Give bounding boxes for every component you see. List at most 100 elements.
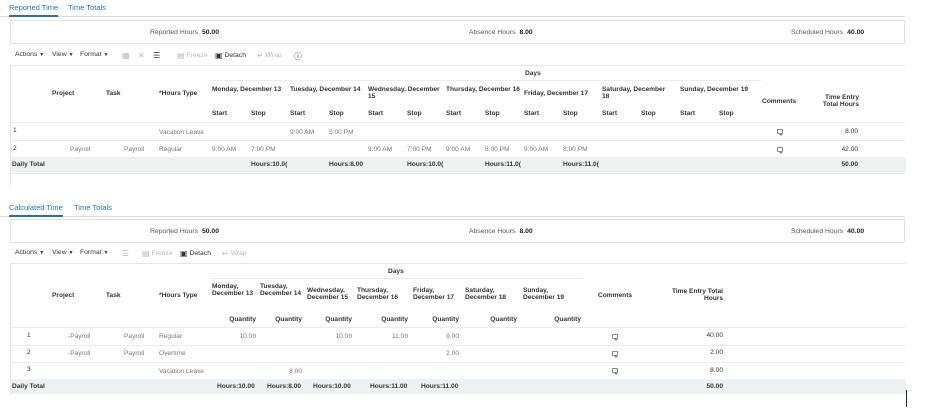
row-number: 2: [13, 145, 17, 152]
col-day-wed: Wednesday, December 15: [307, 287, 349, 301]
col-stop: Stop: [407, 110, 422, 117]
actions-menu[interactable]: Actions ▼: [15, 249, 44, 256]
col-day-thu: Thursday, December 16: [446, 86, 520, 93]
row-number: 3: [27, 366, 31, 373]
wrap-button[interactable]: ↵ Wrap: [222, 249, 247, 258]
col-day-sun: Sunday, December 19: [680, 86, 749, 93]
quantity-cell[interactable]: 10.00: [216, 333, 256, 340]
stop-time-cell[interactable]: 5:00 PM: [329, 129, 354, 136]
detach-button[interactable]: ▣ Detach: [180, 249, 211, 258]
col-day-wed: Wednesday, December 15: [368, 86, 440, 100]
quantity-cell[interactable]: 2.00: [419, 350, 459, 357]
start-time-cell[interactable]: 9:00 AM: [446, 146, 470, 153]
quantity-cell[interactable]: 11.00: [368, 333, 408, 340]
tab-reported-time[interactable]: Reported Time: [9, 3, 59, 17]
comment-icon[interactable]: [612, 334, 618, 341]
start-time-cell[interactable]: 9:00 AM: [212, 146, 236, 153]
col-day-sat: Saturday, December 18: [602, 86, 666, 100]
col-start: Start: [680, 110, 696, 117]
view-menu[interactable]: View ▼: [52, 249, 74, 256]
absence-hours: Absence Hours 8.00: [469, 228, 533, 235]
format-menu[interactable]: Format ▼: [80, 249, 108, 256]
project-cell[interactable]: -Payroll: [68, 333, 90, 340]
reported-hours: Reported Hours 50.00: [150, 29, 219, 36]
daily-total-label: Daily Total: [12, 383, 45, 390]
start-time-cell[interactable]: 9:00 AM: [290, 129, 314, 136]
comment-icon[interactable]: [777, 147, 783, 154]
freeze-button[interactable]: ▤ Freeze: [177, 51, 208, 60]
quantity-cell[interactable]: 10.00: [312, 333, 352, 340]
col-start: Start: [524, 110, 540, 117]
col-stop: Stop: [719, 110, 734, 117]
col-quantity: Quantity: [432, 316, 459, 323]
daily-total-fri: Hours:11.00: [421, 383, 459, 390]
absence-hours: Absence Hours 8.00: [469, 29, 533, 36]
actions-menu[interactable]: Actions ▼: [15, 51, 44, 58]
task-cell[interactable]: Payroll: [124, 146, 144, 153]
row-total-cell: 8.00: [710, 367, 723, 374]
detach-icon: ▣: [180, 249, 188, 258]
bottom-summary-bar: Reported Hours 50.00 Absence Hours 8.00 Sc…: [10, 219, 905, 243]
col-comments[interactable]: Comments: [598, 292, 632, 299]
tab-time-totals-2[interactable]: Time Totals: [74, 203, 112, 212]
hours-type-cell[interactable]: Vacation Leave: [159, 129, 204, 136]
col-day-thu: Thursday, December 16: [357, 287, 399, 301]
col-quantity: Quantity: [554, 316, 581, 323]
col-total-hours[interactable]: Time Entry Total Hours: [815, 94, 859, 108]
task-cell[interactable]: Payroll: [124, 350, 144, 357]
col-project[interactable]: Project: [52, 90, 74, 97]
days-header: Days: [388, 268, 404, 275]
col-quantity: Quantity: [229, 316, 256, 323]
task-cell[interactable]: Payroll: [124, 333, 144, 340]
hours-type-cell[interactable]: Regular: [159, 146, 182, 153]
detach-button[interactable]: ▣ Detach: [215, 51, 246, 60]
view-menu[interactable]: View ▼: [52, 51, 74, 58]
delete-icon[interactable]: ✕: [138, 51, 145, 60]
daily-total-wed: Hours:10.0(: [407, 161, 444, 168]
col-day-sat: Saturday, December 18: [465, 287, 507, 301]
col-task[interactable]: Task: [106, 292, 121, 299]
daily-total-sum: 50.00: [706, 383, 723, 390]
stop-time-cell[interactable]: 7:00 PM: [251, 146, 276, 153]
quantity-cell[interactable]: 9.00: [419, 333, 459, 340]
start-time-cell[interactable]: 9:00 AM: [524, 146, 548, 153]
daily-total-row: Daily Total Hours:10.0( Hours:8.00 Hours…: [11, 157, 906, 172]
tab-time-totals[interactable]: Time Totals: [68, 3, 106, 12]
quantity-cell[interactable]: 8.00: [262, 368, 302, 375]
notes-icon[interactable]: ☰: [122, 249, 129, 258]
tab-calculated-time[interactable]: Calculated Time: [9, 203, 63, 217]
start-time-cell[interactable]: 9:00 AM: [368, 146, 392, 153]
daily-total-fri: Hours:11.0(: [563, 161, 599, 168]
hours-type-cell[interactable]: Vacation Leave: [159, 368, 204, 375]
reported-hours: Reported Hours 50.00: [150, 228, 219, 235]
wrap-icon: ↵: [257, 51, 264, 60]
hours-type-cell[interactable]: Regular: [159, 333, 182, 340]
col-hours-type[interactable]: *Hours Type: [159, 90, 197, 97]
comment-icon[interactable]: [612, 351, 618, 358]
save-icon[interactable]: ▦: [122, 51, 130, 60]
wrap-button[interactable]: ↵ Wrap: [257, 51, 282, 60]
col-task[interactable]: Task: [106, 90, 121, 97]
days-header: Days: [525, 70, 541, 77]
hours-type-cell[interactable]: Overtime: [159, 350, 186, 357]
freeze-button[interactable]: ▤ Freeze: [142, 249, 173, 258]
project-cell[interactable]: -Payroll: [68, 350, 90, 357]
daily-total-mon: Hours:10.00: [217, 383, 255, 390]
stop-time-cell[interactable]: 7:00 PM: [407, 146, 432, 153]
col-total-hours[interactable]: Time Entry Total Hours: [659, 288, 723, 302]
project-cell[interactable]: Payroll: [70, 146, 90, 153]
comment-icon[interactable]: [777, 129, 783, 136]
stop-time-cell[interactable]: 8:00 PM: [485, 146, 510, 153]
col-start: Start: [446, 110, 462, 117]
row-total-cell: 8.00: [845, 128, 858, 135]
help-icon[interactable]: ⓘ: [294, 51, 302, 62]
notes-icon[interactable]: ☰: [153, 51, 160, 60]
stop-time-cell[interactable]: 8:00 PM: [563, 146, 588, 153]
comment-icon[interactable]: [612, 368, 618, 375]
col-comments[interactable]: Comments: [762, 98, 796, 105]
col-project[interactable]: Project: [52, 292, 74, 299]
col-stop: Stop: [563, 110, 578, 117]
format-menu[interactable]: Format ▼: [80, 51, 108, 58]
col-hours-type[interactable]: *Hours Type: [159, 292, 197, 299]
col-day-tue: Tuesday, December 14: [290, 86, 361, 93]
